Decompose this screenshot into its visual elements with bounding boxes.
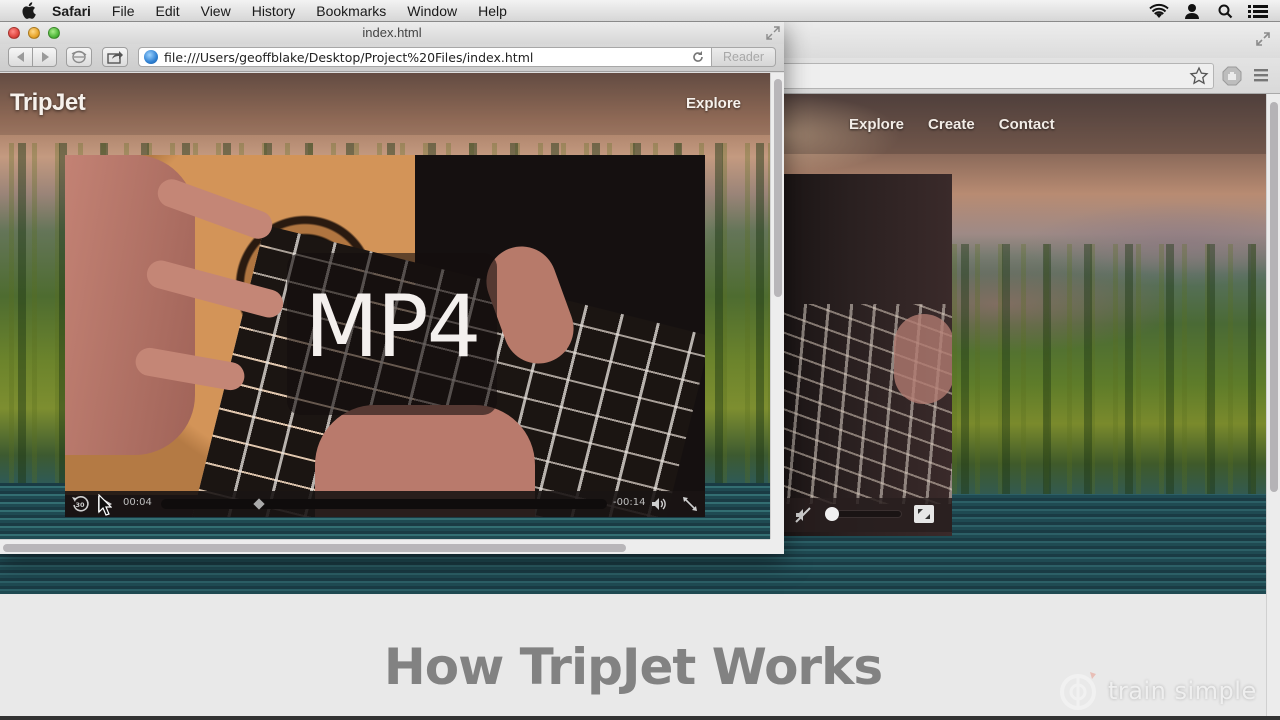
fullscreen-icon[interactable] bbox=[766, 26, 780, 40]
menu-view[interactable]: View bbox=[201, 0, 231, 22]
top-sites-button[interactable] bbox=[66, 47, 92, 67]
menu-history[interactable]: History bbox=[252, 0, 296, 22]
scrollbar-corner bbox=[770, 539, 784, 554]
scrollbar-thumb[interactable] bbox=[1270, 102, 1278, 492]
share-button[interactable] bbox=[102, 47, 128, 67]
svg-text:30: 30 bbox=[75, 501, 85, 509]
url-text[interactable]: file:///Users/geoffblake/Desktop/Project… bbox=[164, 50, 691, 65]
main-nav: Explore Create Contact bbox=[849, 116, 1055, 133]
address-bar[interactable]: file:///Users/geoffblake/Desktop/Project… bbox=[138, 47, 712, 67]
horizontal-scrollbar[interactable] bbox=[0, 539, 770, 554]
notification-center-icon[interactable] bbox=[1247, 0, 1269, 22]
menu-bookmarks[interactable]: Bookmarks bbox=[316, 0, 386, 22]
forward-button[interactable] bbox=[32, 47, 57, 67]
nav-explore[interactable]: Explore bbox=[849, 116, 904, 133]
safari-titlebar[interactable]: index.html bbox=[0, 22, 784, 44]
video-fullscreen-icon[interactable] bbox=[914, 505, 934, 523]
volume-slider[interactable] bbox=[825, 507, 902, 521]
safari-page-content: TripJet Explore MP4 30 00:04 -00:14 bbox=[0, 73, 770, 539]
menu-help[interactable]: Help bbox=[478, 0, 507, 22]
menu-window[interactable]: Window bbox=[407, 0, 457, 22]
wifi-icon[interactable] bbox=[1148, 0, 1170, 22]
video-fullscreen-icon[interactable] bbox=[681, 495, 699, 513]
remaining-time: -00:14 bbox=[613, 497, 646, 508]
vertical-scrollbar[interactable] bbox=[770, 73, 784, 539]
menu-bar: Safari File Edit View History Bookmarks … bbox=[0, 0, 1280, 22]
spotlight-search-icon[interactable] bbox=[1214, 0, 1236, 22]
reader-button[interactable]: Reader bbox=[712, 47, 776, 67]
vertical-scrollbar-thumb[interactable] bbox=[774, 79, 782, 297]
safari-window: index.html file:///Users/geoffblake/Desk… bbox=[0, 22, 784, 554]
train-simple-logo-icon bbox=[1058, 670, 1100, 712]
menu-edit[interactable]: Edit bbox=[155, 0, 179, 22]
reload-icon[interactable] bbox=[691, 50, 705, 64]
screen-bottom-edge bbox=[0, 716, 1280, 720]
site-logo[interactable]: TripJet bbox=[10, 89, 86, 117]
forward-arrow-icon bbox=[41, 52, 49, 62]
top-sites-icon bbox=[71, 50, 87, 64]
background-vertical-scrollbar[interactable] bbox=[1266, 94, 1280, 720]
video-controls: 30 00:04 -00:14 bbox=[65, 491, 705, 517]
menu-extras bbox=[1148, 0, 1280, 22]
nav-band bbox=[0, 73, 770, 135]
bookmark-star-icon[interactable] bbox=[1189, 66, 1209, 86]
mute-icon[interactable] bbox=[794, 506, 812, 524]
video-frame-hand bbox=[894, 314, 952, 404]
nav-explore[interactable]: Explore bbox=[686, 95, 741, 112]
rewind-30-icon[interactable]: 30 bbox=[71, 495, 89, 513]
background-video[interactable] bbox=[784, 174, 952, 536]
mouse-cursor-icon bbox=[98, 493, 113, 516]
elapsed-time: 00:04 bbox=[123, 497, 152, 508]
safari-toolbar: file:///Users/geoffblake/Desktop/Project… bbox=[0, 44, 784, 72]
background-address-bar[interactable] bbox=[730, 63, 1214, 89]
volume-slider-knob[interactable] bbox=[825, 507, 839, 521]
user-icon[interactable] bbox=[1181, 0, 1203, 22]
video-scrubber[interactable] bbox=[161, 498, 607, 510]
adblock-extension-icon[interactable] bbox=[1222, 66, 1242, 86]
globe-icon bbox=[144, 50, 158, 64]
background-video-controls bbox=[784, 498, 952, 532]
video-format-overlay: MP4 bbox=[287, 253, 497, 415]
desktop: Safari File Edit View History Bookmarks … bbox=[0, 0, 1280, 720]
apple-menu-icon[interactable] bbox=[20, 2, 36, 20]
back-arrow-icon bbox=[16, 52, 24, 62]
menu-file[interactable]: File bbox=[112, 0, 135, 22]
scrubber-knob[interactable] bbox=[253, 498, 265, 510]
menu-app-safari[interactable]: Safari bbox=[52, 0, 91, 22]
video-player[interactable]: MP4 bbox=[65, 155, 705, 517]
volume-icon[interactable] bbox=[651, 496, 667, 512]
video-format-label: MP4 bbox=[304, 277, 482, 377]
fullscreen-icon[interactable] bbox=[1255, 31, 1271, 47]
train-simple-watermark: train simple bbox=[1058, 670, 1257, 712]
watermark-text: train simple bbox=[1108, 677, 1257, 705]
nav-create[interactable]: Create bbox=[928, 116, 975, 133]
nav-contact[interactable]: Contact bbox=[999, 116, 1055, 133]
back-button[interactable] bbox=[8, 47, 33, 67]
browser-menu-icon[interactable] bbox=[1254, 67, 1270, 83]
horizontal-scrollbar-thumb[interactable] bbox=[3, 544, 626, 552]
window-title: index.html bbox=[362, 25, 422, 40]
share-icon bbox=[107, 51, 123, 64]
